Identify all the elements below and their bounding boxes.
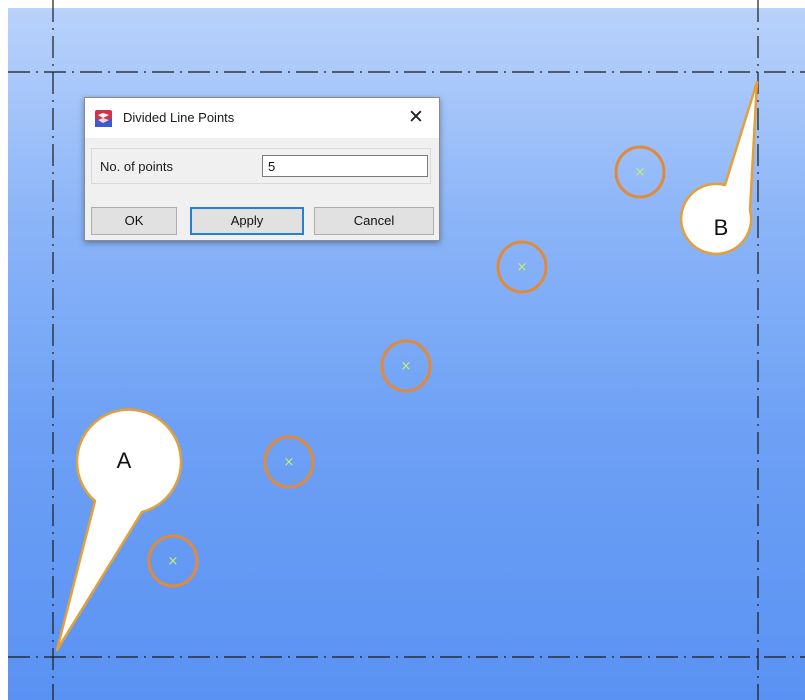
app-logo-icon: [95, 110, 112, 127]
divided-line-points-dialog: Divided Line Points ✕ No. of points OK A…: [84, 97, 440, 241]
apply-button[interactable]: Apply: [190, 207, 304, 235]
frame-wedge-left: [0, 0, 8, 74]
screenshot-stage: × × × × × A B Divided Line Points ✕ No. of p…: [0, 0, 805, 700]
points-row: No. of points: [91, 148, 431, 184]
dialog-title: Divided Line Points: [123, 110, 235, 125]
close-icon[interactable]: ✕: [403, 106, 429, 130]
cancel-button[interactable]: Cancel: [314, 207, 434, 235]
callout-a-label: A: [116, 448, 132, 473]
points-count-input[interactable]: [262, 155, 428, 177]
callout-b-label: B: [713, 215, 729, 240]
points-label: No. of points: [100, 159, 173, 174]
dialog-titlebar[interactable]: Divided Line Points ✕: [85, 98, 439, 138]
ok-button[interactable]: OK: [91, 207, 177, 235]
